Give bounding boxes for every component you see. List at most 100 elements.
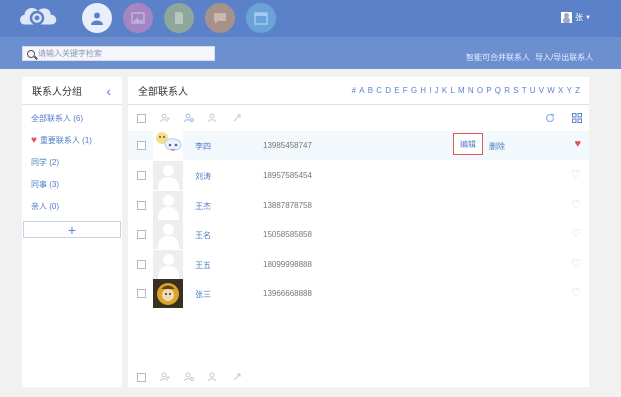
- contact-name[interactable]: 张三: [195, 289, 211, 300]
- group-important[interactable]: ♥ 重要联系人 (1): [22, 129, 122, 151]
- letter-link[interactable]: M: [458, 86, 465, 95]
- row-checkbox[interactable]: [137, 260, 146, 269]
- group-contact-icon[interactable]: [184, 113, 195, 123]
- favorite-heart-icon[interactable]: ♡: [571, 286, 581, 299]
- group-contact-icon[interactable]: [184, 372, 195, 382]
- nav-messages-button[interactable]: [205, 3, 235, 33]
- refresh-icon[interactable]: [545, 113, 555, 125]
- letter-link[interactable]: P: [486, 86, 491, 95]
- search-input[interactable]: 请输入关键字检索: [22, 46, 215, 61]
- photo-avatar: [153, 279, 183, 308]
- group-family[interactable]: 亲人 (0): [22, 195, 122, 217]
- letter-link[interactable]: F: [403, 86, 408, 95]
- row-checkbox[interactable]: [137, 201, 146, 210]
- letter-link[interactable]: Y: [567, 86, 572, 95]
- add-contact-icon[interactable]: [160, 113, 170, 123]
- group-classmates[interactable]: 同学 (2): [22, 151, 122, 173]
- top-bar: 张 ▼: [0, 0, 621, 37]
- letter-link[interactable]: J: [435, 86, 439, 95]
- select-all-checkbox-bottom[interactable]: [137, 372, 146, 382]
- cloud-logo[interactable]: [17, 4, 61, 32]
- default-avatar: [153, 250, 183, 279]
- contact-row[interactable]: 王名 15058585858 ♡: [128, 220, 589, 249]
- view-controls: [545, 113, 582, 125]
- letter-link[interactable]: V: [539, 86, 544, 95]
- letter-link[interactable]: S: [513, 86, 518, 95]
- move-contact-icon[interactable]: [208, 113, 218, 123]
- row-checkbox[interactable]: [137, 289, 146, 298]
- user-name: 张: [575, 13, 584, 22]
- letter-link[interactable]: C: [376, 86, 382, 95]
- contact-name[interactable]: 王杰: [195, 201, 211, 212]
- letter-link[interactable]: E: [394, 86, 399, 95]
- search-icon: [27, 49, 35, 58]
- letter-link[interactable]: X: [558, 86, 563, 95]
- letter-link[interactable]: W: [547, 86, 555, 95]
- calendar-icon: [254, 12, 268, 25]
- letter-link[interactable]: A: [359, 86, 364, 95]
- letter-link[interactable]: K: [442, 86, 447, 95]
- move-contact-icon[interactable]: [208, 372, 218, 382]
- nav-contacts-button[interactable]: [82, 3, 112, 33]
- add-contact-icon[interactable]: [160, 372, 170, 382]
- person-icon: [91, 12, 103, 25]
- letter-link[interactable]: Z: [575, 86, 580, 95]
- favorite-heart-icon[interactable]: ♥: [574, 138, 581, 150]
- letter-link[interactable]: L: [450, 86, 454, 95]
- letter-link[interactable]: R: [504, 86, 510, 95]
- letter-link[interactable]: #: [352, 86, 356, 95]
- collapse-icon[interactable]: ‹: [106, 83, 111, 99]
- contact-row[interactable]: 王杰 13887878758 ♡: [128, 191, 589, 220]
- letter-link[interactable]: O: [477, 86, 483, 95]
- row-checkbox[interactable]: [137, 171, 146, 180]
- contact-name[interactable]: 刘涛: [195, 171, 211, 182]
- letter-link[interactable]: T: [522, 86, 527, 95]
- favorite-heart-icon[interactable]: ♡: [571, 168, 581, 181]
- delete-button[interactable]: 删除: [489, 141, 505, 152]
- merge-contacts-link[interactable]: 智能可合并联系人: [466, 52, 530, 63]
- contact-row[interactable]: 张三 13966668888 ♡: [128, 279, 589, 308]
- remove-contact-icon[interactable]: [232, 113, 242, 123]
- row-checkbox[interactable]: [137, 230, 146, 239]
- edit-button[interactable]: 编辑: [453, 133, 483, 155]
- letter-link[interactable]: H: [420, 86, 426, 95]
- select-all-checkbox[interactable]: [137, 113, 146, 123]
- letter-link[interactable]: I: [429, 86, 431, 95]
- chevron-down-icon: ▼: [585, 14, 591, 21]
- letter-link[interactable]: D: [385, 86, 391, 95]
- groups-header: 联系人分组 ‹: [22, 77, 122, 105]
- letter-link[interactable]: B: [368, 86, 373, 95]
- contact-name[interactable]: 王名: [195, 230, 211, 241]
- remove-contact-icon[interactable]: [232, 372, 242, 382]
- contact-name[interactable]: 王五: [195, 260, 211, 271]
- search-placeholder: 请输入关键字检索: [38, 49, 102, 58]
- favorite-heart-icon[interactable]: ♡: [571, 257, 581, 270]
- image-icon: [131, 12, 145, 24]
- add-group-button[interactable]: +: [23, 221, 121, 238]
- favorite-heart-icon[interactable]: ♡: [571, 198, 581, 211]
- nav-calendar-button[interactable]: [246, 3, 276, 33]
- favorite-heart-icon[interactable]: ♡: [571, 227, 581, 240]
- nav-documents-button[interactable]: [164, 3, 194, 33]
- letter-link[interactable]: N: [468, 86, 474, 95]
- contact-row[interactable]: 李四 13985458747 编辑 删除 ♥: [128, 131, 589, 160]
- letter-link[interactable]: G: [411, 86, 417, 95]
- contact-name[interactable]: 李四: [195, 141, 211, 152]
- contacts-panel: 全部联系人 # A B C D E F G H I J K L M N O P …: [128, 77, 589, 387]
- user-menu[interactable]: 张 ▼: [561, 12, 591, 23]
- group-label: 同事 (3): [31, 179, 59, 189]
- cartoon-avatar: [153, 131, 183, 160]
- group-all[interactable]: 全部联系人 (6): [22, 107, 122, 129]
- group-colleagues[interactable]: 同事 (3): [22, 173, 122, 195]
- contact-phone: 13985458747: [263, 141, 312, 150]
- import-export-link[interactable]: 导入/导出联系人: [535, 52, 593, 63]
- contact-row[interactable]: 刘涛 18957585454 ♡: [128, 161, 589, 190]
- contact-row[interactable]: 王五 18099998888 ♡: [128, 250, 589, 279]
- letter-link[interactable]: Q: [495, 86, 501, 95]
- contacts-title: 全部联系人: [138, 87, 188, 98]
- nav-photos-button[interactable]: [123, 3, 153, 33]
- letter-link[interactable]: U: [530, 86, 536, 95]
- row-checkbox[interactable]: [137, 141, 146, 150]
- group-label: 全部联系人 (6): [31, 113, 83, 123]
- grid-view-icon[interactable]: [572, 113, 582, 125]
